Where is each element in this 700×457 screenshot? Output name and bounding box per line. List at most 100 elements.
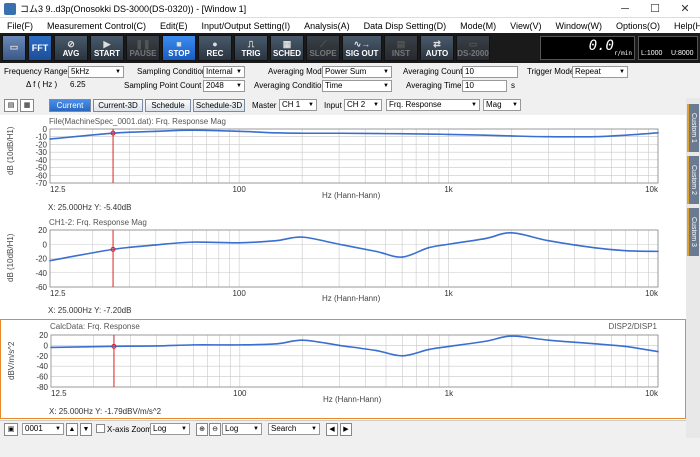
data-point <box>275 132 277 134</box>
x-tick-label: 1k <box>445 389 454 398</box>
data-point <box>401 256 403 258</box>
data-point <box>447 243 450 246</box>
maximize-button[interactable]: ☐ <box>640 0 670 18</box>
auto-button[interactable]: ⇄ AUTO <box>420 35 454 61</box>
sampling-point-label: Sampling Point Count <box>124 81 202 90</box>
avg-button[interactable]: ⊘ AVG <box>54 35 88 61</box>
page-down-button[interactable]: ▼ <box>80 423 92 436</box>
start-icon: ▶ <box>103 39 111 49</box>
minimize-button[interactable]: ─ <box>610 0 640 18</box>
start-button[interactable]: ▶ START <box>90 35 124 61</box>
menu-io-setting[interactable]: Input/Output Setting(I) <box>195 21 298 31</box>
tab-current-3d[interactable]: Current-3D <box>93 99 143 112</box>
chevron-down-icon: ▼ <box>308 102 314 108</box>
menu-help[interactable]: Help(H) <box>667 21 700 31</box>
data-point <box>547 135 550 138</box>
sched-button[interactable]: ▦ SCHED <box>270 35 304 61</box>
averaging-condition-select[interactable]: Time ▼ <box>322 80 392 92</box>
averaging-mode-select[interactable]: Power Sum ▼ <box>322 66 392 78</box>
page-up-button[interactable]: ▲ <box>66 423 78 436</box>
averaging-time-label: Averaging Time <box>406 81 462 90</box>
menu-data-disp-setting[interactable]: Data Disp Setting(D) <box>357 21 454 31</box>
menu-view[interactable]: View(V) <box>503 21 548 31</box>
tab-current[interactable]: Current <box>49 99 91 112</box>
data-point <box>624 134 627 136</box>
slope-button[interactable]: ⟋ SLOPE <box>306 35 340 61</box>
rpm-limits: L:1000 U:8000 <box>638 36 698 60</box>
graph-1[interactable]: File(MachineSpec_0001.dat): Frq. Respons… <box>0 115 686 213</box>
graph-3[interactable]: CalcData: Frq. Response DISP2/DISP1 dBV/… <box>0 319 686 419</box>
freq-range-select[interactable]: 5kHz ▼ <box>68 66 124 78</box>
stop-button[interactable]: ■ STOP <box>162 35 196 61</box>
menu-measurement-control[interactable]: Measurement Control(C) <box>40 21 153 31</box>
input-select[interactable]: CH 2 ▼ <box>344 99 382 111</box>
multi-view-button[interactable]: ▦ <box>20 99 34 112</box>
chevron-down-icon: ▼ <box>55 426 61 432</box>
page-select[interactable]: 0001 ▼ <box>22 423 64 435</box>
trig-label: TRIG <box>241 49 261 58</box>
close-button[interactable]: ✕ <box>670 0 700 18</box>
side-tab-custom-2[interactable]: Custom 2 <box>687 156 699 204</box>
menu-options[interactable]: Options(O) <box>609 21 667 31</box>
averaging-time-value: 10 <box>465 81 474 90</box>
save-button[interactable]: ▣ <box>4 423 18 436</box>
rec-label: REC <box>206 49 224 58</box>
menu-analysis[interactable]: Analysis(A) <box>297 21 357 31</box>
menu-file[interactable]: File(F) <box>0 21 40 31</box>
data-point <box>427 133 430 135</box>
menu-window[interactable]: Window(W) <box>549 21 610 31</box>
master-select[interactable]: CH 1 ▼ <box>279 99 317 111</box>
search-next-button[interactable]: ▶ <box>340 423 352 436</box>
start-label: START <box>93 49 121 58</box>
averaging-count-input[interactable]: 10 <box>462 66 518 78</box>
menu-edit[interactable]: Edit(E) <box>153 21 195 31</box>
x-tick-label: 12.5 <box>51 389 67 398</box>
fft-label: FFT <box>31 43 49 53</box>
input-value: CH 2 <box>347 100 366 109</box>
data-point <box>275 343 278 345</box>
search-select[interactable]: Search ▼ <box>268 423 320 435</box>
arrow-left-icon: ◀ <box>329 426 335 433</box>
rpm-display: 0.0 r/min <box>540 36 635 60</box>
rec-button[interactable]: ● REC <box>198 35 232 61</box>
averaging-condition-label: Averaging Condition <box>254 81 326 90</box>
data-point <box>447 133 450 136</box>
y-scale-select[interactable]: Log ▼ <box>222 423 262 435</box>
averaging-mode-label: Averaging Mode <box>268 67 327 76</box>
data-point <box>624 345 627 348</box>
x-scale-select[interactable]: Log ▼ <box>150 423 190 435</box>
graph-2[interactable]: CH1-2: Frq. Response Mag dB (10dB/H1) 20… <box>0 216 686 316</box>
averaging-time-input[interactable]: 10 <box>462 80 507 92</box>
inst-button[interactable]: ▤ INST <box>384 35 418 61</box>
format-select[interactable]: Mag ▼ <box>483 99 521 111</box>
pause-button[interactable]: ❚❚ PAUSE <box>126 35 160 61</box>
menu-mode[interactable]: Mode(M) <box>453 21 503 31</box>
trigger-mode-select[interactable]: Repeat ▼ <box>572 66 628 78</box>
fft-button[interactable]: FFT <box>28 35 52 61</box>
x-axis-zoom-checkbox[interactable] <box>96 424 105 433</box>
zoom-out-button[interactable]: ⊖ <box>209 423 221 436</box>
trig-button[interactable]: ⎍ TRIG <box>234 35 268 61</box>
upper-limit: U:8000 <box>671 50 694 57</box>
function-select[interactable]: Frq. Response ▼ <box>386 99 480 111</box>
tab-schedule-3d[interactable]: Schedule-3D <box>193 99 245 112</box>
avg-icon: ⊘ <box>67 39 75 49</box>
zoom-in-button[interactable]: ⊕ <box>196 423 208 436</box>
sampling-point-select[interactable]: 2048 ▼ <box>203 80 245 92</box>
sched-icon: ▦ <box>282 39 292 49</box>
sampling-condition-select[interactable]: Internal ▼ <box>203 66 245 78</box>
data-point <box>384 132 387 135</box>
single-view-button[interactable]: ▤ <box>4 99 18 112</box>
chevron-down-icon: ▼ <box>373 102 379 108</box>
search-prev-button[interactable]: ◀ <box>326 423 338 436</box>
sig-out-button[interactable]: ∿→ SIG OUT <box>342 35 382 61</box>
side-tab-custom-3[interactable]: Custom 3 <box>687 208 699 256</box>
chevron-down-icon: ▼ <box>236 69 242 75</box>
layout-button[interactable]: ▭ <box>2 35 26 61</box>
ds2000-button[interactable]: ▭ DS-2000 <box>456 35 490 61</box>
data-point <box>510 135 513 137</box>
data-point <box>338 132 340 135</box>
tab-schedule[interactable]: Schedule <box>145 99 191 112</box>
side-tab-custom-1[interactable]: Custom 1 <box>687 104 699 152</box>
delta-f-label: Δ f ( Hz ) <box>26 80 58 89</box>
